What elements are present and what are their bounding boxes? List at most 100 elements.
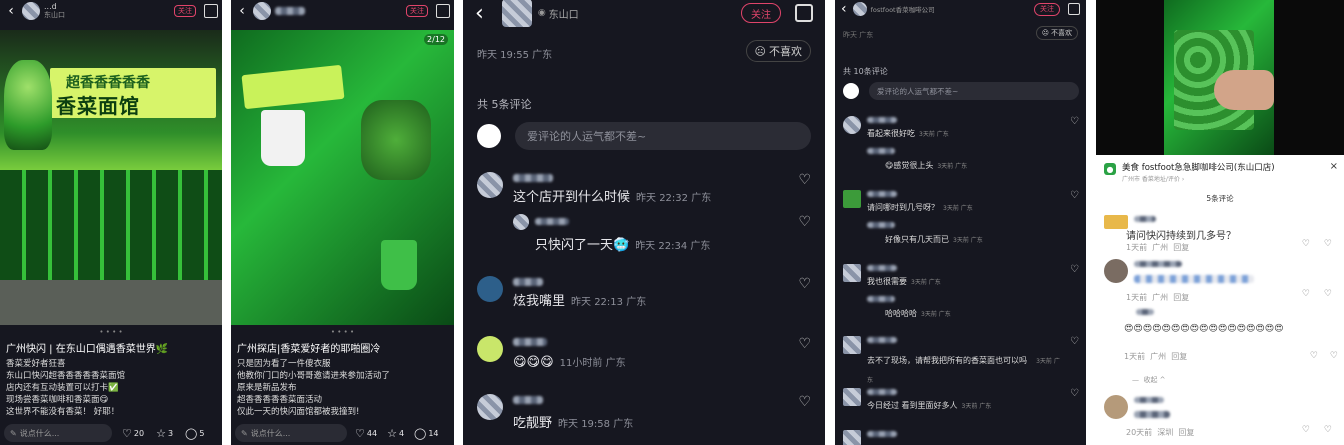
post-time: 昨天 广东 <box>843 31 874 39</box>
avatar[interactable] <box>501 0 532 27</box>
comment-input[interactable]: 爱评论的人运气都不差~ <box>515 122 811 150</box>
comment-meta: 11小时前 广东 <box>559 358 626 369</box>
commenter-avatar[interactable] <box>843 264 861 282</box>
comment-count: 5 <box>199 428 205 438</box>
comment-input[interactable]: ✎ 说点什么... <box>235 424 347 442</box>
share-icon[interactable] <box>795 4 813 22</box>
avatar[interactable] <box>22 2 40 20</box>
shop-name: 美食 fostfoot急急脚咖啡公司(东山口店) <box>1122 163 1275 173</box>
comment-item: 今日经过 看到里面好多人 3天前 广东 ♡ <box>843 388 1079 410</box>
comment-text: 只快闪了一天🥶 <box>535 238 630 253</box>
heart-icon[interactable]: ♡ <box>1302 289 1310 299</box>
input-placeholder: 爱评论的人运气都不差~ <box>527 130 647 143</box>
post-time: 昨天 19:55 广东 <box>477 50 553 61</box>
dislike-icon[interactable]: ♡ <box>1324 425 1332 435</box>
avatar[interactable] <box>253 2 271 20</box>
back-icon[interactable]: ‹ <box>841 1 847 17</box>
avatar[interactable] <box>852 2 867 16</box>
comment-item: 20天前 深圳 回复 ♡ ♡ <box>1104 395 1338 437</box>
heart-icon[interactable]: ♡ <box>798 394 811 410</box>
heart-icon[interactable]: ♡ <box>1302 239 1310 249</box>
heart-icon[interactable]: ♡ <box>798 276 811 292</box>
share-icon[interactable] <box>1068 3 1080 15</box>
follow-button[interactable]: 关注 <box>1034 2 1060 16</box>
dislike-icon[interactable]: ♡ <box>1324 289 1332 299</box>
follow-button[interactable]: 关注 <box>406 5 428 17</box>
location-icon: ◉ <box>537 8 546 18</box>
commenter-name <box>867 265 897 271</box>
comment-text: 看起来很好吃 <box>867 129 915 138</box>
comment-text: 😍😍😍😍😍😍😍😍😍😍😍😍😍😍😍😍😍 <box>1124 324 1284 334</box>
heart-icon[interactable]: ♡ <box>1310 351 1318 361</box>
comment-text: 吃靓野 <box>513 416 553 431</box>
commenter-name <box>867 117 897 123</box>
commenter-avatar[interactable] <box>1104 215 1128 229</box>
replier-avatar[interactable] <box>513 214 529 230</box>
replier-name <box>867 222 895 228</box>
comment-item: 这个店开到什么时候 昨天 22:32 广东 ♡ <box>477 172 811 205</box>
post-image[interactable]: 2/12 <box>231 30 454 325</box>
follow-button[interactable]: 关注 <box>174 5 196 17</box>
share-icon[interactable] <box>204 4 218 18</box>
pencil-icon: ✎ <box>10 428 17 438</box>
heart-icon[interactable]: ♡ <box>1302 425 1310 435</box>
back-icon[interactable]: ‹ <box>235 3 249 19</box>
comment-meta: 昨天 22:32 广东 <box>636 193 712 204</box>
commenter-name <box>513 338 547 346</box>
comment-meta: 3天前 广东 <box>937 163 968 170</box>
commenter-avatar[interactable] <box>843 336 861 354</box>
comment-icon[interactable]: ◯ <box>185 427 197 440</box>
heart-icon[interactable]: ♡ <box>798 214 811 230</box>
dislike-icon[interactable]: ♡ <box>1330 351 1338 361</box>
commenter-avatar[interactable] <box>843 430 861 445</box>
dislike-icon[interactable]: ♡ <box>1324 239 1332 249</box>
back-icon[interactable]: ‹ <box>475 1 484 26</box>
commenter-avatar[interactable] <box>477 394 503 420</box>
caption-title: 广州探店|香菜爱好者的耶啪圈冷 <box>237 344 381 355</box>
caption: 广州快闪 | 在东山口偶遇香菜世界🌿 香菜爱好者狂喜 东山口快闪超香香香香香菜面… <box>6 340 218 418</box>
post-image[interactable]: 超香香香香香 香菜面馆 <box>0 30 222 325</box>
username[interactable]: ...d <box>44 2 65 11</box>
star-icon[interactable]: ☆ <box>156 427 166 440</box>
sign-main-text: 香菜面馆 <box>56 94 140 118</box>
heart-icon[interactable]: ♡ <box>1070 190 1079 201</box>
heart-icon[interactable]: ♡ <box>1070 336 1079 347</box>
heart-icon[interactable]: ♡ <box>1070 116 1079 127</box>
dislike-button[interactable]: ☹ 不喜欢 <box>1035 26 1078 40</box>
back-icon[interactable]: ‹ <box>4 3 18 19</box>
share-icon[interactable] <box>436 4 450 18</box>
like-icon[interactable]: ♡ <box>122 427 132 440</box>
heart-icon[interactable]: ♡ <box>1070 388 1079 399</box>
reply-item: 😍😍😍😍😍😍😍😍😍😍😍😍😍😍😍😍😍 1天前 广州 回复 ♡ ♡ <box>1124 309 1338 369</box>
commenter-avatar[interactable] <box>843 388 861 406</box>
commenter-avatar[interactable] <box>477 276 503 302</box>
heart-icon[interactable]: ♡ <box>798 172 811 188</box>
commenter-avatar[interactable] <box>1104 395 1128 419</box>
comment-icon[interactable]: ◯ <box>414 427 426 440</box>
shop-card[interactable]: ● 美食 fostfoot急急脚咖啡公司(东山口店) 广州市 香菜地址/评价 ›… <box>1104 161 1338 185</box>
collapse-link[interactable]: — 收起 ^ <box>1132 375 1166 385</box>
commenter-avatar[interactable] <box>1104 259 1128 283</box>
comment-input[interactable]: ✎ 说点什么... <box>4 424 112 442</box>
follow-button[interactable]: 关注 <box>741 3 781 23</box>
comment-meta: 20天前 深圳 回复 <box>1126 428 1195 437</box>
like-icon[interactable]: ♡ <box>355 427 365 440</box>
comment-text: 这个店开到什么时候 <box>513 190 631 205</box>
comment-input[interactable]: 爱评论的人运气都不差~ <box>869 82 1079 100</box>
video-area[interactable] <box>1096 0 1344 155</box>
comment-text: 哈哈哈哈 <box>885 309 917 318</box>
heart-icon[interactable]: ♡ <box>1070 264 1079 275</box>
commenter-avatar[interactable] <box>843 190 861 208</box>
heart-icon[interactable]: ♡ <box>798 336 811 352</box>
commenter-avatar[interactable] <box>843 116 861 134</box>
commenter-name <box>513 278 543 286</box>
comment-item: 吃靓野 昨天 19:58 广东 ♡ <box>477 394 811 431</box>
close-icon[interactable]: × <box>1330 161 1338 172</box>
commenter-avatar[interactable] <box>477 336 503 362</box>
caption-line: 仅此一天的快闪面馆都被我撞到! <box>237 407 360 417</box>
commenter-avatar[interactable] <box>477 172 503 198</box>
comment-text: 好像只有几天而已 <box>885 235 949 244</box>
star-icon[interactable]: ☆ <box>387 427 397 440</box>
comment-composer: 爱评论的人运气都不差~ <box>477 122 811 150</box>
dislike-button[interactable]: ☹ 不喜欢 <box>745 40 811 62</box>
